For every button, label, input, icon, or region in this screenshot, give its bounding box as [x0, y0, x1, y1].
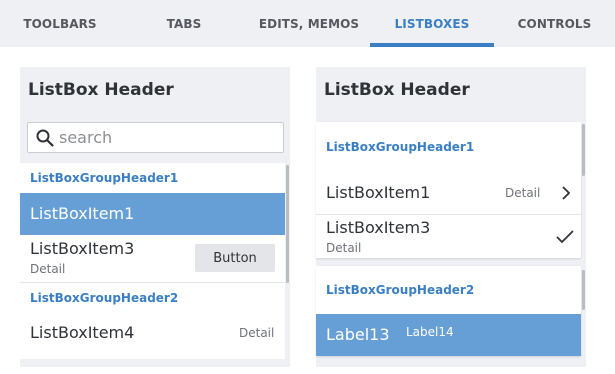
right-item1-title: ListBoxItem1 [326, 183, 431, 202]
right-listbox-header: ListBox Header [324, 80, 470, 100]
left-group-header-1: ListBoxGroupHeader1 [20, 163, 285, 193]
tab-tabs[interactable]: TABS [120, 0, 248, 47]
search-input[interactable] [59, 126, 279, 149]
tab-listboxes[interactable]: LISTBOXES [370, 0, 494, 47]
right-item3-title: ListBoxItem3 [326, 218, 431, 237]
right-listbox-scrollbar-2[interactable] [582, 270, 585, 310]
left-group-header-2: ListBoxGroupHeader2 [20, 282, 285, 312]
right-list-item-labels[interactable]: Label13 Label14 [316, 314, 581, 356]
tab-toolbars[interactable]: TOOLBARS [0, 0, 120, 47]
label13: Label13 [326, 325, 390, 344]
label14: Label14 [406, 325, 454, 339]
left-item1-title: ListBoxItem1 [30, 204, 135, 223]
left-listbox-header: ListBox Header [28, 80, 174, 100]
right-list-item-1[interactable]: ListBoxItem1 Detail [316, 172, 581, 214]
right-group-header-2: ListBoxGroupHeader2 [316, 266, 581, 314]
left-listbox[interactable]: ListBoxGroupHeader1 ListBoxItem1 ListBox… [20, 163, 285, 359]
top-tab-bar: TOOLBARS TABS EDITS, MEMOS LISTBOXES CON… [0, 0, 615, 47]
right-list-item-3[interactable]: ListBoxItem3 Detail [316, 214, 581, 258]
left-list-item-3[interactable]: ListBoxItem3 Detail Button [20, 235, 285, 282]
right-listbox-scrollbar-1[interactable] [582, 124, 585, 176]
right-item1-detail: Detail [505, 186, 541, 200]
chevron-right-icon [562, 186, 571, 200]
tab-controls[interactable]: CONTROLS [494, 0, 615, 47]
right-item3-detail: Detail [326, 241, 362, 255]
right-group-2-card: ListBoxGroupHeader2 Label13 Label14 [316, 266, 581, 356]
active-tab-indicator [370, 43, 494, 47]
left-item3-detail: Detail [30, 262, 66, 276]
search-icon [36, 129, 54, 147]
search-box[interactable] [27, 122, 284, 153]
left-list-item-4[interactable]: ListBoxItem4 Detail [20, 312, 285, 359]
left-listbox-scrollbar[interactable] [286, 165, 289, 283]
left-item3-title: ListBoxItem3 [30, 239, 135, 258]
item3-button[interactable]: Button [195, 244, 275, 272]
right-group-1-card: ListBoxGroupHeader1 ListBoxItem1 Detail … [316, 122, 581, 258]
left-item4-detail: Detail [239, 326, 275, 340]
left-item4-title: ListBoxItem4 [30, 323, 135, 342]
right-group-header-1: ListBoxGroupHeader1 [316, 122, 581, 172]
checkmark-icon [556, 230, 574, 244]
tab-edits-memos[interactable]: EDITS, MEMOS [248, 0, 370, 47]
left-list-item-1[interactable]: ListBoxItem1 [20, 193, 285, 235]
